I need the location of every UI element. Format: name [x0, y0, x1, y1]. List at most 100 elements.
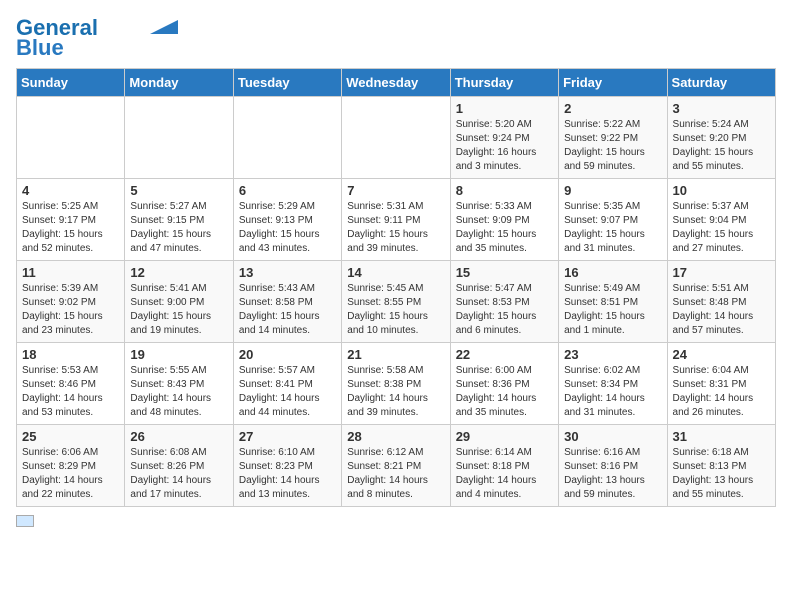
day-info: Sunrise: 6:14 AM Sunset: 8:18 PM Dayligh… [456, 446, 553, 502]
calendar-cell [17, 97, 125, 179]
day-number: 28 [347, 429, 444, 444]
calendar-cell: 6 Sunrise: 5:29 AM Sunset: 9:13 PM Daylig… [233, 179, 341, 261]
calendar-cell: 23Sunrise: 6:02 AM Sunset: 8:34 PM Dayli… [559, 343, 667, 425]
day-info: Sunrise: 6:00 AM Sunset: 8:36 PM Dayligh… [456, 364, 553, 420]
day-info: Sunrise: 6:12 AM Sunset: 8:21 PM Dayligh… [347, 446, 444, 502]
day-info: Sunrise: 6:16 AM Sunset: 8:16 PM Dayligh… [564, 446, 661, 502]
calendar-cell: 29 Sunrise: 6:14 AM Sunset: 8:18 PM Dayli… [450, 425, 558, 507]
day-info: Sunrise: 5:43 AM Sunset: 8:58 PM Dayligh… [239, 282, 336, 338]
calendar-cell: 30 Sunrise: 6:16 AM Sunset: 8:16 PM Dayli… [559, 425, 667, 507]
legend-box [16, 515, 34, 527]
day-info: Sunrise: 5:55 AM Sunset: 8:43 PM Dayligh… [130, 364, 227, 420]
calendar-table: SundayMondayTuesdayWednesdayThursdayFrid… [16, 68, 776, 507]
calendar-cell: 10 Sunrise: 5:37 AM Sunset: 9:04 PM Dayli… [667, 179, 775, 261]
calendar-cell: 18 Sunrise: 5:53 AM Sunset: 8:46 PM Dayli… [17, 343, 125, 425]
day-info: Sunrise: 5:20 AM Sunset: 9:24 PM Dayligh… [456, 118, 553, 174]
day-number: 1 [456, 101, 553, 116]
day-info: Sunrise: 6:08 AM Sunset: 8:26 PM Dayligh… [130, 446, 227, 502]
calendar-cell [233, 97, 341, 179]
calendar-cell: 1 Sunrise: 5:20 AM Sunset: 9:24 PM Daylig… [450, 97, 558, 179]
day-info: Sunrise: 5:58 AM Sunset: 8:38 PM Dayligh… [347, 364, 444, 420]
logo-blue-text: Blue [16, 36, 64, 60]
calendar-cell [125, 97, 233, 179]
day-info: Sunrise: 5:25 AM Sunset: 9:17 PM Dayligh… [22, 200, 119, 256]
day-number: 25 [22, 429, 119, 444]
calendar-cell: 24 Sunrise: 6:04 AM Sunset: 8:31 PM Dayli… [667, 343, 775, 425]
day-info: Sunrise: 5:37 AM Sunset: 9:04 PM Dayligh… [673, 200, 770, 256]
day-number: 7 [347, 183, 444, 198]
day-number: 26 [130, 429, 227, 444]
day-number: 14 [347, 265, 444, 280]
day-number: 8 [456, 183, 553, 198]
calendar-cell: 15Sunrise: 5:47 AM Sunset: 8:53 PM Dayli… [450, 261, 558, 343]
day-info: Sunrise: 5:24 AM Sunset: 9:20 PM Dayligh… [673, 118, 770, 174]
day-number: 19 [130, 347, 227, 362]
day-info: Sunrise: 5:57 AM Sunset: 8:41 PM Dayligh… [239, 364, 336, 420]
day-number: 9 [564, 183, 661, 198]
calendar-cell: 22 Sunrise: 6:00 AM Sunset: 8:36 PM Dayli… [450, 343, 558, 425]
day-number: 31 [673, 429, 770, 444]
calendar-week-row: 4 Sunrise: 5:25 AM Sunset: 9:17 PM Daylig… [17, 179, 776, 261]
calendar-cell: 5 Sunrise: 5:27 AM Sunset: 9:15 PM Daylig… [125, 179, 233, 261]
day-number: 5 [130, 183, 227, 198]
day-number: 30 [564, 429, 661, 444]
day-header-friday: Friday [559, 69, 667, 97]
day-number: 4 [22, 183, 119, 198]
calendar-cell: 11 Sunrise: 5:39 AM Sunset: 9:02 PM Dayli… [17, 261, 125, 343]
calendar-cell: 19 Sunrise: 5:55 AM Sunset: 8:43 PM Dayli… [125, 343, 233, 425]
calendar-cell: 20 Sunrise: 5:57 AM Sunset: 8:41 PM Dayli… [233, 343, 341, 425]
day-info: Sunrise: 5:27 AM Sunset: 9:15 PM Dayligh… [130, 200, 227, 256]
day-info: Sunrise: 5:41 AM Sunset: 9:00 PM Dayligh… [130, 282, 227, 338]
day-info: Sunrise: 5:51 AM Sunset: 8:48 PM Dayligh… [673, 282, 770, 338]
day-number: 10 [673, 183, 770, 198]
calendar-cell: 17Sunrise: 5:51 AM Sunset: 8:48 PM Dayli… [667, 261, 775, 343]
calendar-cell: 25Sunrise: 6:06 AM Sunset: 8:29 PM Dayli… [17, 425, 125, 507]
day-number: 3 [673, 101, 770, 116]
calendar-week-row: 1 Sunrise: 5:20 AM Sunset: 9:24 PM Daylig… [17, 97, 776, 179]
day-number: 20 [239, 347, 336, 362]
calendar-cell: 9Sunrise: 5:35 AM Sunset: 9:07 PM Daylig… [559, 179, 667, 261]
day-number: 22 [456, 347, 553, 362]
calendar-cell: 7 Sunrise: 5:31 AM Sunset: 9:11 PM Daylig… [342, 179, 450, 261]
day-number: 11 [22, 265, 119, 280]
day-number: 15 [456, 265, 553, 280]
day-info: Sunrise: 6:18 AM Sunset: 8:13 PM Dayligh… [673, 446, 770, 502]
day-number: 29 [456, 429, 553, 444]
day-info: Sunrise: 5:33 AM Sunset: 9:09 PM Dayligh… [456, 200, 553, 256]
calendar-cell: 31 Sunrise: 6:18 AM Sunset: 8:13 PM Dayli… [667, 425, 775, 507]
day-number: 24 [673, 347, 770, 362]
logo-arrow-icon [150, 20, 178, 34]
calendar-cell [342, 97, 450, 179]
day-number: 21 [347, 347, 444, 362]
day-number: 13 [239, 265, 336, 280]
day-info: Sunrise: 5:29 AM Sunset: 9:13 PM Dayligh… [239, 200, 336, 256]
day-number: 6 [239, 183, 336, 198]
calendar-cell: 16 Sunrise: 5:49 AM Sunset: 8:51 PM Dayli… [559, 261, 667, 343]
day-header-wednesday: Wednesday [342, 69, 450, 97]
day-info: Sunrise: 5:31 AM Sunset: 9:11 PM Dayligh… [347, 200, 444, 256]
day-info: Sunrise: 5:22 AM Sunset: 9:22 PM Dayligh… [564, 118, 661, 174]
calendar-week-row: 25Sunrise: 6:06 AM Sunset: 8:29 PM Dayli… [17, 425, 776, 507]
day-info: Sunrise: 6:04 AM Sunset: 8:31 PM Dayligh… [673, 364, 770, 420]
calendar-cell: 27Sunrise: 6:10 AM Sunset: 8:23 PM Dayli… [233, 425, 341, 507]
calendar-cell: 12 Sunrise: 5:41 AM Sunset: 9:00 PM Dayli… [125, 261, 233, 343]
day-header-thursday: Thursday [450, 69, 558, 97]
logo: General Blue [16, 16, 178, 60]
day-info: Sunrise: 5:53 AM Sunset: 8:46 PM Dayligh… [22, 364, 119, 420]
day-number: 12 [130, 265, 227, 280]
day-number: 16 [564, 265, 661, 280]
day-number: 23 [564, 347, 661, 362]
footer [16, 515, 776, 527]
day-header-saturday: Saturday [667, 69, 775, 97]
calendar-cell: 8 Sunrise: 5:33 AM Sunset: 9:09 PM Daylig… [450, 179, 558, 261]
calendar-cell: 4 Sunrise: 5:25 AM Sunset: 9:17 PM Daylig… [17, 179, 125, 261]
calendar-cell: 2Sunrise: 5:22 AM Sunset: 9:22 PM Daylig… [559, 97, 667, 179]
day-number: 27 [239, 429, 336, 444]
day-header-tuesday: Tuesday [233, 69, 341, 97]
day-header-monday: Monday [125, 69, 233, 97]
day-info: Sunrise: 5:39 AM Sunset: 9:02 PM Dayligh… [22, 282, 119, 338]
day-info: Sunrise: 5:49 AM Sunset: 8:51 PM Dayligh… [564, 282, 661, 338]
day-number: 18 [22, 347, 119, 362]
calendar-header-row: SundayMondayTuesdayWednesdayThursdayFrid… [17, 69, 776, 97]
calendar-week-row: 18 Sunrise: 5:53 AM Sunset: 8:46 PM Dayli… [17, 343, 776, 425]
